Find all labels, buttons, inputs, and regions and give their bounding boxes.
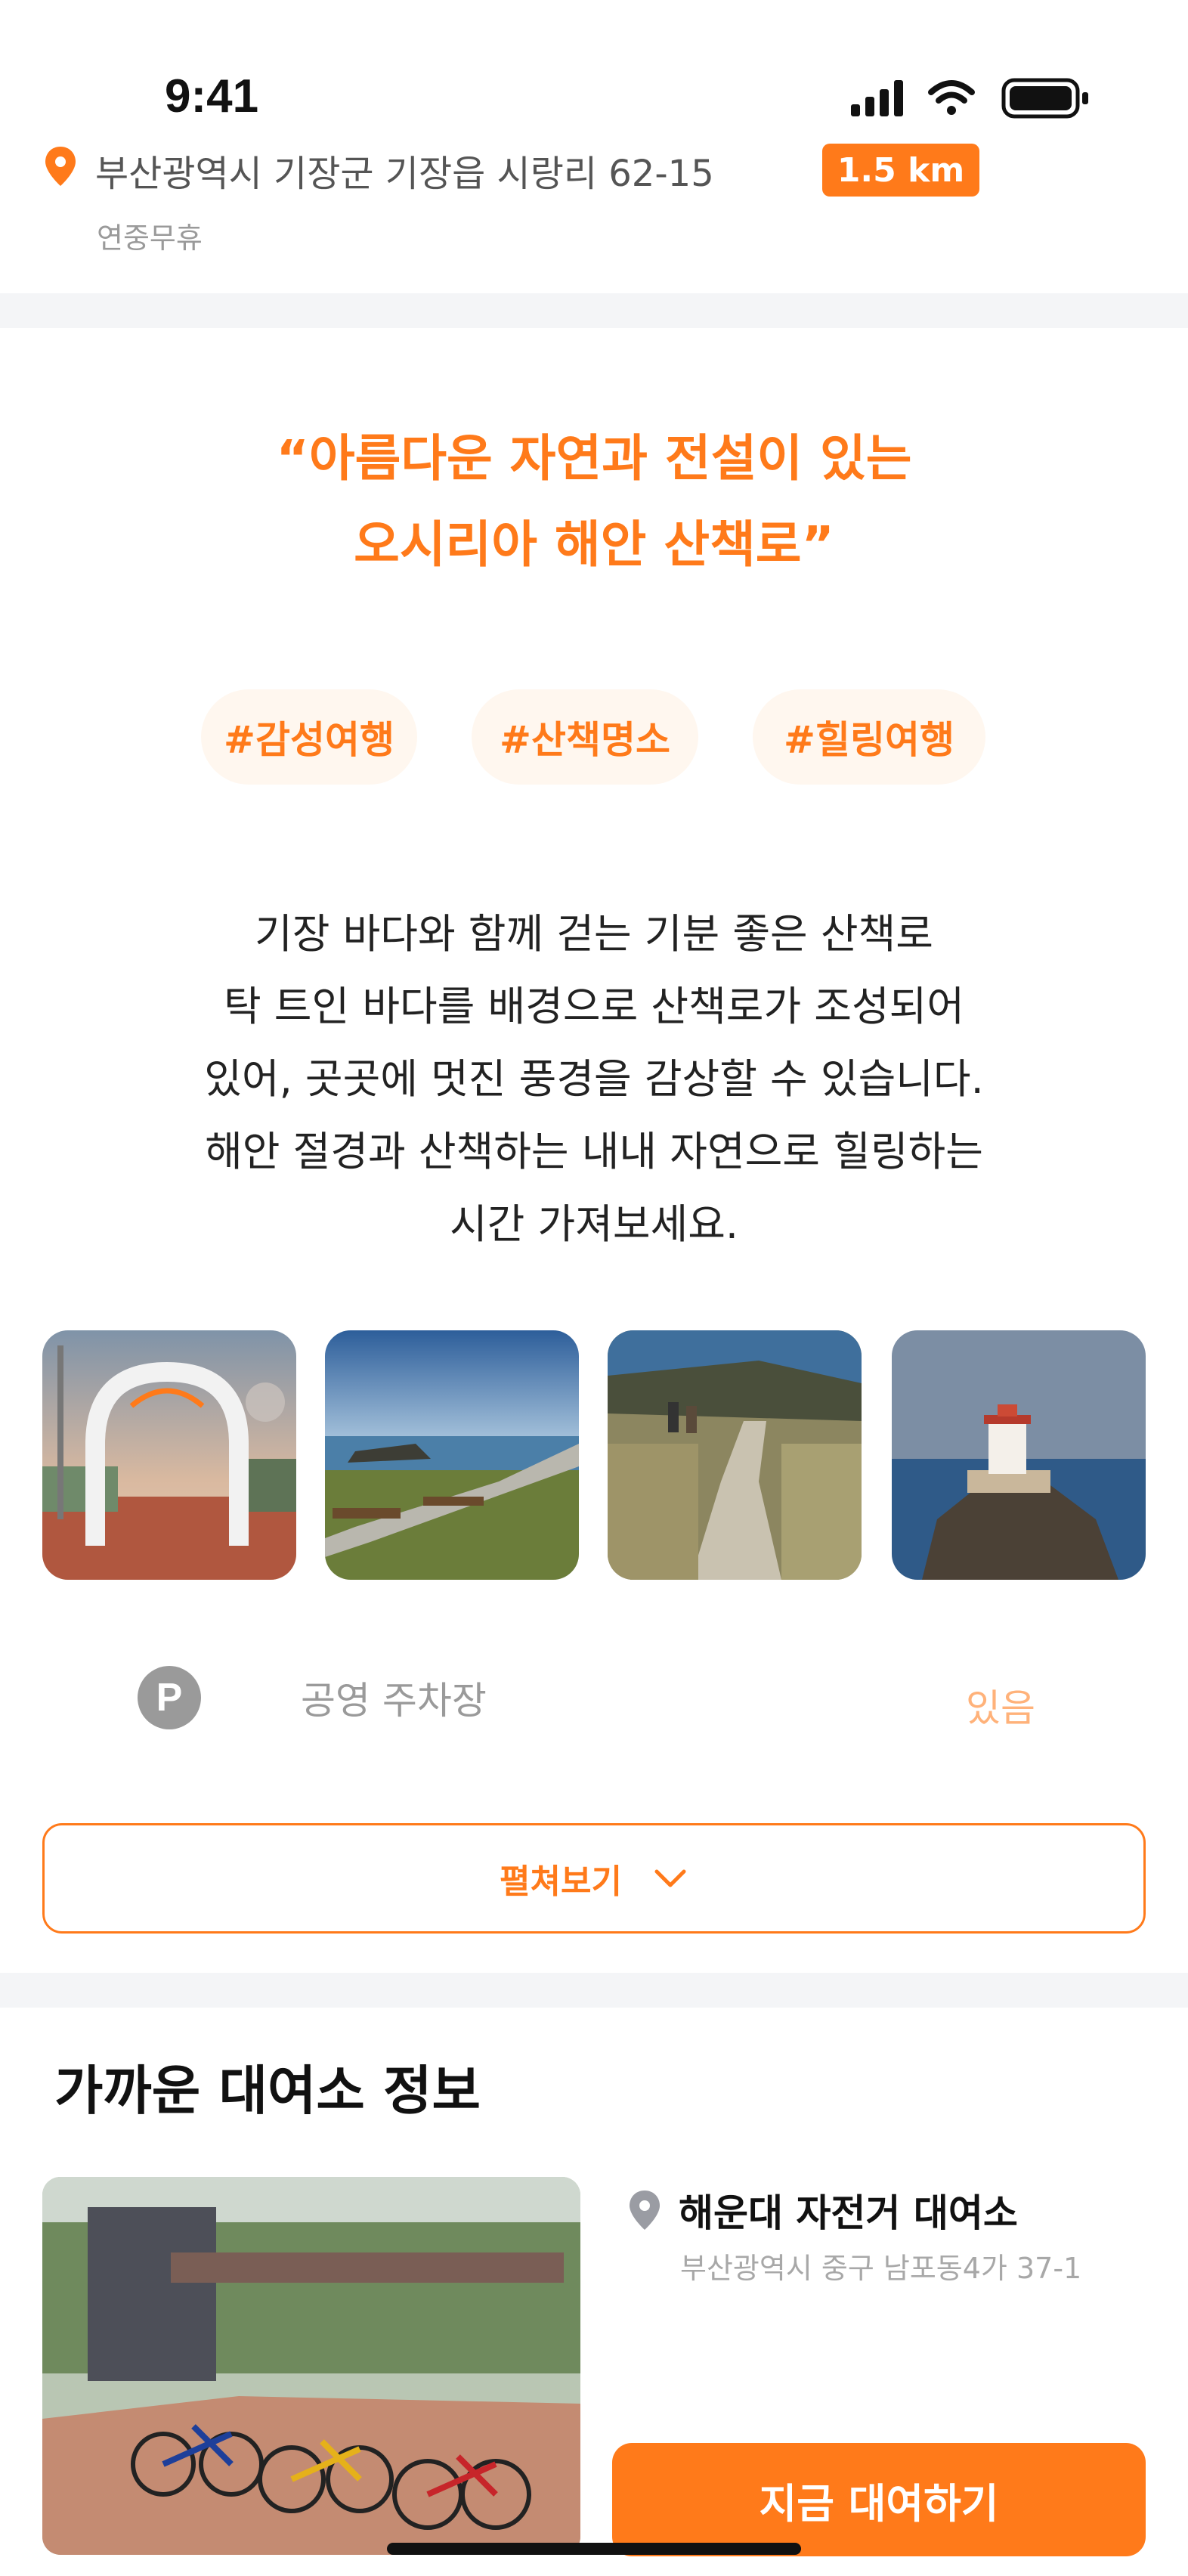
distance-badge: 1.5 km <box>822 144 979 197</box>
wifi-icon <box>928 80 975 115</box>
photo-gallery <box>42 1330 1146 1580</box>
hashtag-chip: #힐링여행 <box>753 689 985 785</box>
parking-label: 공영 주차장 <box>301 1679 487 1723</box>
gallery-photo[interactable] <box>608 1330 862 1580</box>
quote-line: “아름다운 자연과 전설이 있는 <box>276 429 912 488</box>
section-divider <box>0 1973 1188 2008</box>
location-pin-icon <box>630 2191 660 2230</box>
arch-gate-image <box>42 1330 296 1580</box>
rent-now-button[interactable]: 지금 대여하기 <box>612 2443 1146 2556</box>
description-line: 시간 가져보세요. <box>449 1200 739 1248</box>
status-icons <box>851 78 1088 119</box>
walkway-image <box>608 1330 862 1580</box>
screen: 9:41 부산광역시 기장군 기장읍 시랑리 62-15 1.5 km 연중무휴… <box>0 0 1188 2576</box>
expand-button-label: 펼쳐보기 <box>500 1862 622 1901</box>
place-address: 부산광역시 기장군 기장읍 시랑리 62-15 <box>95 153 714 195</box>
status-time: 9:41 <box>165 70 259 122</box>
gallery-photo[interactable] <box>892 1330 1146 1580</box>
section-divider <box>0 293 1188 328</box>
intro-quote: “아름다운 자연과 전설이 있는 오시리아 해안 산책로” <box>0 416 1188 588</box>
hashtag-chip: #감성여행 <box>201 689 417 785</box>
rental-station-photo[interactable] <box>42 2177 580 2555</box>
bicycle-rack-image <box>42 2177 580 2555</box>
parking-availability: 있음 <box>966 1686 1035 1730</box>
expand-button[interactable]: 펼쳐보기 <box>42 1823 1146 1934</box>
rental-station-address: 부산광역시 중구 남포동4가 37-1 <box>680 2252 1082 2285</box>
quote-line: 오시리아 해안 산책로” <box>354 516 834 574</box>
parking-icon: P <box>138 1666 201 1729</box>
opening-status: 연중무휴 <box>97 221 203 255</box>
description-line: 기장 바다와 함께 걷는 기분 좋은 산책로 <box>255 910 933 958</box>
signal-icon <box>851 80 903 116</box>
home-indicator[interactable] <box>387 2543 801 2555</box>
description-line: 있어, 곳곳에 멋진 풍경을 감상할 수 있습니다. <box>204 1055 984 1103</box>
location-pin-icon <box>45 147 76 186</box>
intro-description: 기장 바다와 함께 걷는 기분 좋은 산책로 탁 트인 바다를 배경으로 산책로… <box>0 898 1188 1261</box>
gallery-photo[interactable] <box>325 1330 579 1580</box>
hashtag-list: #감성여행 #산책명소 #힐링여행 <box>0 689 1188 788</box>
hashtag-chip: #산책명소 <box>472 689 698 785</box>
gallery-photo[interactable] <box>42 1330 296 1580</box>
description-line: 탁 트인 바다를 배경으로 산책로가 조성되어 <box>223 983 965 1030</box>
lighthouse-image <box>892 1330 1146 1580</box>
status-bar: 9:41 <box>0 0 1188 144</box>
description-line: 해안 절경과 산책하는 내내 자연으로 힐링하는 <box>205 1128 983 1175</box>
chevron-down-icon <box>654 1869 686 1887</box>
battery-icon <box>1001 78 1088 119</box>
coastal-path-image <box>325 1330 579 1580</box>
section-title: 가까운 대여소 정보 <box>54 2060 481 2122</box>
rental-station-name: 해운대 자전거 대여소 <box>679 2191 1018 2235</box>
